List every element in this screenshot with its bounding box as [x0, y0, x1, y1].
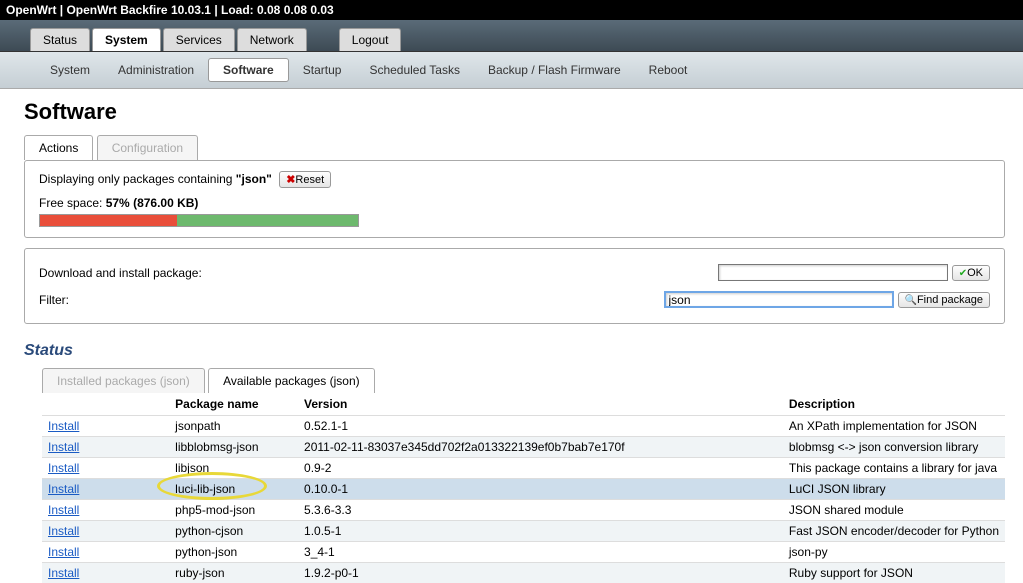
progress-free: [177, 215, 358, 226]
install-link[interactable]: Install: [48, 545, 79, 559]
sub-tab-software[interactable]: Software: [208, 58, 289, 82]
free-space-size: (876.00 KB): [130, 196, 199, 210]
packages-table: Package name Version Description Install…: [42, 393, 1005, 583]
primary-nav: StatusSystemServicesNetwork Logout: [0, 20, 1023, 52]
filter-term: "json": [236, 172, 272, 186]
free-space-label: Free space:: [39, 196, 106, 210]
package-description: Ruby support for JSON: [783, 563, 1005, 583]
reset-button[interactable]: ✖Reset: [279, 171, 331, 188]
tab-configuration[interactable]: Configuration: [97, 135, 198, 160]
package-description: This package contains a library for java: [783, 458, 1005, 479]
download-label: Download and install package:: [39, 266, 239, 280]
ok-label: OK: [967, 267, 983, 279]
top-tab-services[interactable]: Services: [163, 28, 235, 51]
package-description: An XPath implementation for JSON: [783, 416, 1005, 437]
install-link[interactable]: Install: [48, 482, 79, 496]
sub-tab-startup[interactable]: Startup: [289, 59, 356, 81]
free-space-bar: [39, 214, 359, 227]
tab-installed-packages[interactable]: Installed packages (json): [42, 368, 205, 393]
package-version: 0.10.0-1: [298, 479, 783, 500]
top-tab-system[interactable]: System: [92, 28, 161, 51]
sub-tab-scheduled-tasks[interactable]: Scheduled Tasks: [355, 59, 474, 81]
top-tab-network[interactable]: Network: [237, 28, 307, 51]
package-description: blobmsg <-> json conversion library: [783, 437, 1005, 458]
free-space-pct: 57%: [106, 196, 130, 210]
package-name: ruby-json: [169, 563, 298, 583]
table-row: Install libblobmsg-json2011-02-11-83037e3…: [42, 437, 1005, 458]
package-name: libjson: [169, 458, 298, 479]
package-version: 0.52.1-1: [298, 416, 783, 437]
search-icon: 🔍: [905, 295, 917, 306]
reset-label: Reset: [295, 174, 324, 186]
package-name: libblobmsg-json: [169, 437, 298, 458]
package-name: luci-lib-json: [169, 479, 298, 500]
page-title: Software: [24, 99, 1005, 125]
package-version: 1.0.5-1: [298, 521, 783, 542]
package-description: Fast JSON encoder/decoder for Python: [783, 521, 1005, 542]
filter-label: Filter:: [39, 293, 239, 307]
package-description: json-py: [783, 542, 1005, 563]
sub-tab-reboot[interactable]: Reboot: [635, 59, 702, 81]
install-link[interactable]: Install: [48, 524, 79, 538]
install-panel: Download and install package: ✔OK Filter…: [24, 248, 1005, 324]
table-row: Install libjson0.9-2This package contains…: [42, 458, 1005, 479]
tab-available-packages[interactable]: Available packages (json): [208, 368, 375, 393]
col-install: [42, 393, 169, 416]
secondary-nav: SystemAdministrationSoftwareStartupSched…: [0, 52, 1023, 89]
install-link[interactable]: Install: [48, 440, 79, 454]
package-version: 2011-02-11-83037e345dd702f2a013322139ef0…: [298, 437, 783, 458]
package-description: JSON shared module: [783, 500, 1005, 521]
install-link[interactable]: Install: [48, 419, 79, 433]
ok-button[interactable]: ✔OK: [952, 265, 990, 281]
col-description: Description: [783, 393, 1005, 416]
install-link[interactable]: Install: [48, 503, 79, 517]
package-version: 1.9.2-p0-1: [298, 563, 783, 583]
sub-tab-system[interactable]: System: [36, 59, 104, 81]
status-tabs: Installed packages (json) Available pack…: [42, 368, 1005, 393]
table-row: Install python-json3_4-1json-py: [42, 542, 1005, 563]
top-tab-status[interactable]: Status: [30, 28, 90, 51]
filter-status-text: Displaying only packages containing "jso…: [39, 171, 990, 188]
col-package-name: Package name: [169, 393, 298, 416]
package-name: jsonpath: [169, 416, 298, 437]
ok-icon: ✔: [959, 268, 967, 279]
status-heading: Status: [24, 342, 1005, 360]
package-version: 5.3.6-3.3: [298, 500, 783, 521]
table-row: Install python-cjson1.0.5-1Fast JSON enco…: [42, 521, 1005, 542]
free-space-text: Free space: 57% (876.00 KB): [39, 196, 990, 210]
sub-tab-administration[interactable]: Administration: [104, 59, 208, 81]
col-version: Version: [298, 393, 783, 416]
table-row: Install ruby-json1.9.2-p0-1Ruby support f…: [42, 563, 1005, 583]
top-tab-logout[interactable]: Logout: [339, 28, 402, 51]
package-description: LuCI JSON library: [783, 479, 1005, 500]
action-tabs: Actions Configuration: [24, 135, 1005, 160]
find-package-button[interactable]: 🔍Find package: [898, 292, 991, 308]
package-name: php5-mod-json: [169, 500, 298, 521]
package-name: python-cjson: [169, 521, 298, 542]
download-input[interactable]: [718, 264, 948, 281]
top-header-bar: OpenWrt | OpenWrt Backfire 10.03.1 | Loa…: [0, 0, 1023, 20]
table-row: Install luci-lib-json0.10.0-1LuCI JSON li…: [42, 479, 1005, 500]
filter-input[interactable]: [664, 291, 894, 308]
filter-prefix: Displaying only packages containing: [39, 172, 236, 186]
tab-actions[interactable]: Actions: [24, 135, 93, 160]
package-version: 3_4-1: [298, 542, 783, 563]
install-link[interactable]: Install: [48, 566, 79, 580]
filter-panel: Displaying only packages containing "jso…: [24, 160, 1005, 238]
find-label: Find package: [917, 294, 983, 306]
table-row: Install jsonpath0.52.1-1An XPath implemen…: [42, 416, 1005, 437]
table-row: Install php5-mod-json5.3.6-3.3JSON shared…: [42, 500, 1005, 521]
progress-used: [40, 215, 177, 226]
package-name: python-json: [169, 542, 298, 563]
sub-tab-backup-flash-firmware[interactable]: Backup / Flash Firmware: [474, 59, 635, 81]
install-link[interactable]: Install: [48, 461, 79, 475]
package-version: 0.9-2: [298, 458, 783, 479]
